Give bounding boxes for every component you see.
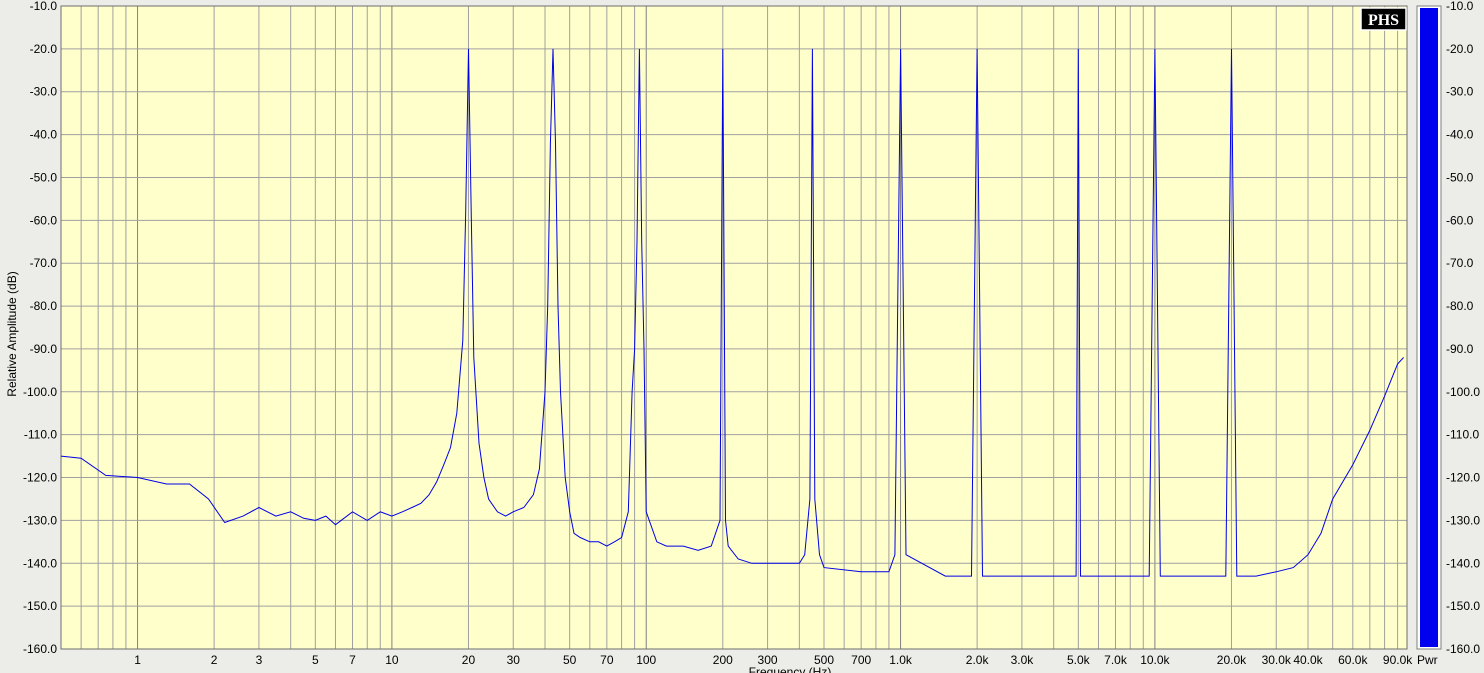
x-tick-label: 7.0k <box>1104 653 1128 667</box>
meter-tick-label: -110.0 <box>1446 428 1479 442</box>
y-tick-label: -20.0 <box>30 42 58 56</box>
meter-tick-label: -100.0 <box>1446 385 1480 399</box>
meter-tick-label: -10.0 <box>1446 0 1474 13</box>
meter-tick-label: -20.0 <box>1446 42 1474 56</box>
x-tick-label: 30.0k <box>1262 653 1292 667</box>
x-tick-label: 7 <box>349 653 356 667</box>
x-tick-label: 200 <box>713 653 733 667</box>
x-tick-label: 2 <box>211 653 218 667</box>
meter-tick-labels: -10.0 -20.0 -30.0 -40.0 -50.0 -60.0 -70.0 -80.0… <box>1446 0 1480 656</box>
meter-tick-label: -150.0 <box>1446 599 1480 613</box>
x-tick-label: 50 <box>563 653 577 667</box>
x-tick-label: 20.0k <box>1217 653 1247 667</box>
y-tick-label: -10.0 <box>30 0 58 13</box>
x-tick-label: 3.0k <box>1011 653 1035 667</box>
meter-tick-label: -140.0 <box>1446 556 1480 570</box>
meter-level-bar <box>1420 8 1438 647</box>
y-axis-label: Relative Amplitude (dB) <box>5 271 19 396</box>
meter-tick-label: -160.0 <box>1446 642 1480 656</box>
meter-tick-label: -80.0 <box>1446 299 1474 313</box>
x-tick-label: 70 <box>600 653 614 667</box>
y-tick-label: -100.0 <box>23 385 57 399</box>
meter-tick-label: -70.0 <box>1446 256 1474 270</box>
phs-badge-text: PHS <box>1368 12 1399 29</box>
y-axis-tick-labels: -10.0 -20.0 -30.0 -40.0 -50.0 -60.0 -70.0 -80.0… <box>23 0 57 656</box>
y-tick-label: -40.0 <box>30 128 58 142</box>
y-tick-label: -130.0 <box>23 513 57 527</box>
x-tick-label: 1 <box>134 653 141 667</box>
meter-tick-label: -60.0 <box>1446 213 1474 227</box>
x-tick-label: 40.0k <box>1293 653 1323 667</box>
x-tick-label: 5 <box>312 653 319 667</box>
meter-tick-label: -50.0 <box>1446 170 1474 184</box>
x-tick-label: 10 <box>385 653 399 667</box>
meter-tick-label: -120.0 <box>1446 471 1480 485</box>
x-tick-label: 1.0k <box>889 653 913 667</box>
meter-tick-label: -40.0 <box>1446 128 1474 142</box>
x-tick-label: 2.0k <box>966 653 990 667</box>
x-tick-label: 3 <box>256 653 263 667</box>
plot-area: PHS <box>60 5 1408 650</box>
y-tick-label: -90.0 <box>30 342 58 356</box>
x-axis-label: Frequency (Hz) <box>749 665 832 673</box>
y-tick-label: -30.0 <box>30 85 58 99</box>
x-tick-label: 10.0k <box>1140 653 1170 667</box>
x-tick-label: 700 <box>851 653 871 667</box>
level-meter: -10.0 -20.0 -30.0 -40.0 -50.0 -60.0 -70.0 -80.0… <box>1416 0 1480 667</box>
meter-tick-label: -30.0 <box>1446 85 1474 99</box>
meter-unit-label: Pwr <box>1417 653 1438 667</box>
x-tick-label: 5.0k <box>1067 653 1091 667</box>
y-tick-label: -110.0 <box>24 428 57 442</box>
spectrum-chart: PHS -10.0-20.0-30.0-40.0-50.0-60.0-70.0-… <box>5 0 1480 673</box>
y-tick-label: -140.0 <box>23 556 57 570</box>
y-tick-label: -60.0 <box>30 213 58 227</box>
x-tick-label: 30 <box>507 653 521 667</box>
x-tick-label: 60.0k <box>1338 653 1368 667</box>
x-tick-label: 20 <box>462 653 476 667</box>
plot-background <box>61 6 1407 649</box>
meter-tick-label: -130.0 <box>1446 513 1480 527</box>
phs-badge: PHS <box>1360 7 1407 31</box>
y-tick-label: -150.0 <box>23 599 57 613</box>
x-tick-label: 100 <box>636 653 656 667</box>
y-tick-label: -80.0 <box>30 299 58 313</box>
y-tick-label: -70.0 <box>30 256 58 270</box>
y-tick-label: -120.0 <box>23 471 57 485</box>
y-tick-label: -160.0 <box>23 642 57 656</box>
meter-tick-label: -90.0 <box>1446 342 1474 356</box>
y-tick-label: -50.0 <box>30 170 58 184</box>
x-tick-label: 90.0k <box>1383 653 1413 667</box>
